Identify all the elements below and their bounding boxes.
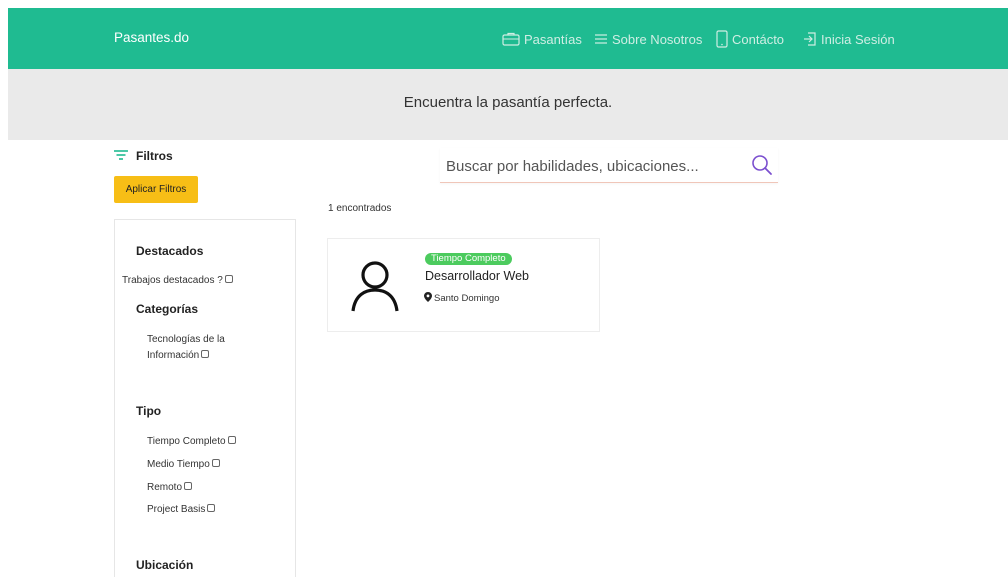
nav-label-sobre-nosotros: Sobre Nosotros (612, 31, 703, 47)
sign-in-icon (803, 32, 817, 46)
nav-item-sobre-nosotros[interactable]: Sobre Nosotros (594, 29, 702, 49)
option-tiempo-completo[interactable]: Tiempo Completo (147, 434, 236, 450)
checkbox[interactable] (184, 482, 193, 491)
nav-item-inicia-sesion[interactable]: Inicia Sesión (803, 29, 895, 49)
checkbox[interactable] (224, 275, 233, 284)
user-avatar-icon (350, 260, 400, 317)
nav-label-contacto: Contácto (732, 31, 785, 47)
search-icon[interactable] (751, 154, 773, 181)
nav-label-inicia-sesion: Inicia Sesión (821, 31, 895, 47)
apply-filters-button[interactable]: Aplicar Filtros (114, 176, 198, 203)
option-trabajos-destacados[interactable]: Trabajos destacados ? (122, 273, 233, 289)
filters-sidebar: Destacados Trabajos destacados ? Categor… (114, 219, 296, 577)
checkbox[interactable] (201, 350, 210, 359)
checkbox[interactable] (227, 436, 236, 445)
option-label: Remoto (147, 482, 183, 493)
menu-lines-icon (594, 33, 608, 45)
option-label: Tiempo Completo (147, 436, 226, 447)
option-remoto[interactable]: Remoto (147, 480, 193, 496)
job-location: Santo Domingo (424, 292, 499, 305)
job-title[interactable]: Desarrollador Web (425, 269, 529, 283)
checkbox[interactable] (211, 459, 220, 468)
nav-item-pasantias[interactable]: Pasantías (502, 29, 582, 49)
job-card[interactable]: Tiempo Completo Desarrollador Web Santo … (327, 238, 600, 332)
option-label: Medio Tiempo (147, 459, 210, 470)
search-input[interactable] (446, 155, 736, 177)
navbar: Pasantes.do Pasantías Sobre Nosotros Con… (8, 8, 1008, 69)
option-tecnologias[interactable]: Tecnologías de la Información (147, 332, 247, 364)
nav-item-contacto[interactable]: Contácto (716, 29, 784, 49)
option-label: Tecnologías de la Información (147, 334, 225, 361)
search-bar (440, 148, 778, 183)
brand-logo[interactable]: Pasantes.do (114, 30, 189, 45)
results-count: 1 encontrados (328, 203, 392, 214)
section-title-destacados: Destacados (136, 244, 204, 258)
option-label: Trabajos destacados ? (122, 275, 223, 286)
job-location-label: Santo Domingo (434, 293, 500, 304)
filter-icon (114, 147, 128, 165)
nav-label-pasantias: Pasantías (524, 31, 582, 47)
job-type-badge: Tiempo Completo (425, 253, 512, 265)
map-pin-icon (424, 292, 432, 305)
section-title-categorias: Categorías (136, 302, 199, 316)
option-project-basis[interactable]: Project Basis (147, 502, 216, 518)
option-label: Project Basis (147, 504, 206, 515)
filters-header[interactable]: Filtros (114, 147, 173, 165)
phone-icon (716, 30, 728, 48)
checkbox[interactable] (207, 504, 216, 513)
briefcase-icon (502, 32, 520, 46)
section-title-ubicacion: Ubicación (136, 558, 194, 572)
filters-label: Filtros (136, 149, 173, 163)
section-title-tipo: Tipo (136, 404, 162, 418)
option-medio-tiempo[interactable]: Medio Tiempo (147, 457, 220, 473)
hero-title: Encuentra la pasantía perfecta. (403, 94, 613, 111)
hero-banner: Encuentra la pasantía perfecta. (8, 69, 1008, 140)
